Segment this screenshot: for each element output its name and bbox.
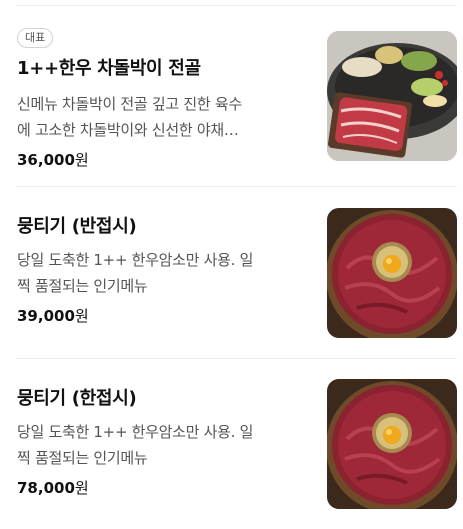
menu-item-mungtigi-full[interactable]: 뭉티기 (한접시) 당일 도축한 1++ 한우암소만 사용. 일 찍 품절되는 …	[0, 366, 463, 529]
menu-item-description: 당일 도축한 1++ 한우암소만 사용. 일 찍 품절되는 인기메뉴	[17, 419, 302, 471]
signature-badge: 대표	[17, 28, 54, 48]
menu-item-description: 신메뉴 차돌박이 전골 깊고 진한 육수 에 고소한 차돌박이와 신선한 야채…	[17, 91, 302, 143]
description-line: 신메뉴 차돌박이 전골 깊고 진한 육수	[17, 95, 242, 113]
raw-beef-plate-photo-icon[interactable]	[327, 208, 457, 338]
menu-item-price: 36,000원	[17, 149, 302, 171]
menu-item-name: 1++한우 차돌박이 전골	[17, 58, 201, 79]
menu-item-name: 뭉티기 (반접시)	[17, 216, 137, 237]
menu-item-info: 대표 1++한우 차돌박이 전골 신메뉴 차돌박이 전골 깊고 진한 육수 에 …	[17, 26, 302, 171]
menu-item-name: 뭉티기 (한접시)	[17, 388, 137, 409]
description-line: 찍 품절되는 인기메뉴	[17, 449, 148, 467]
divider	[16, 5, 457, 6]
currency-unit: 원	[74, 151, 89, 169]
menu-item-chadolbagi-jeongol[interactable]: 대표 1++한우 차돌박이 전골 신메뉴 차돌박이 전골 깊고 진한 육수 에 …	[0, 18, 463, 188]
raw-beef-plate-photo-icon[interactable]	[327, 379, 457, 509]
description-line: 당일 도축한 1++ 한우암소만 사용. 일	[17, 423, 254, 441]
price-value: 39,000	[17, 307, 75, 325]
price-value: 78,000	[17, 479, 75, 497]
divider	[16, 358, 457, 359]
menu-item-price: 39,000원	[17, 305, 302, 327]
description-line: 에 고소한 차돌박이와 신선한 야채…	[17, 121, 239, 139]
menu-list: 대표 1++한우 차돌박이 전골 신메뉴 차돌박이 전골 깊고 진한 육수 에 …	[0, 0, 463, 529]
description-line: 당일 도축한 1++ 한우암소만 사용. 일	[17, 251, 254, 269]
hotpot-photo-icon[interactable]	[327, 31, 457, 161]
menu-item-price: 78,000원	[17, 477, 302, 499]
menu-item-info: 뭉티기 (반접시) 당일 도축한 1++ 한우암소만 사용. 일 찍 품절되는 …	[17, 213, 302, 327]
divider	[16, 186, 457, 187]
price-value: 36,000	[17, 151, 75, 169]
menu-item-info: 뭉티기 (한접시) 당일 도축한 1++ 한우암소만 사용. 일 찍 품절되는 …	[17, 385, 302, 499]
menu-item-description: 당일 도축한 1++ 한우암소만 사용. 일 찍 품절되는 인기메뉴	[17, 247, 302, 299]
currency-unit: 원	[74, 307, 89, 325]
menu-item-mungtigi-half[interactable]: 뭉티기 (반접시) 당일 도축한 1++ 한우암소만 사용. 일 찍 품절되는 …	[0, 195, 463, 365]
description-line: 찍 품절되는 인기메뉴	[17, 277, 148, 295]
currency-unit: 원	[74, 479, 89, 497]
